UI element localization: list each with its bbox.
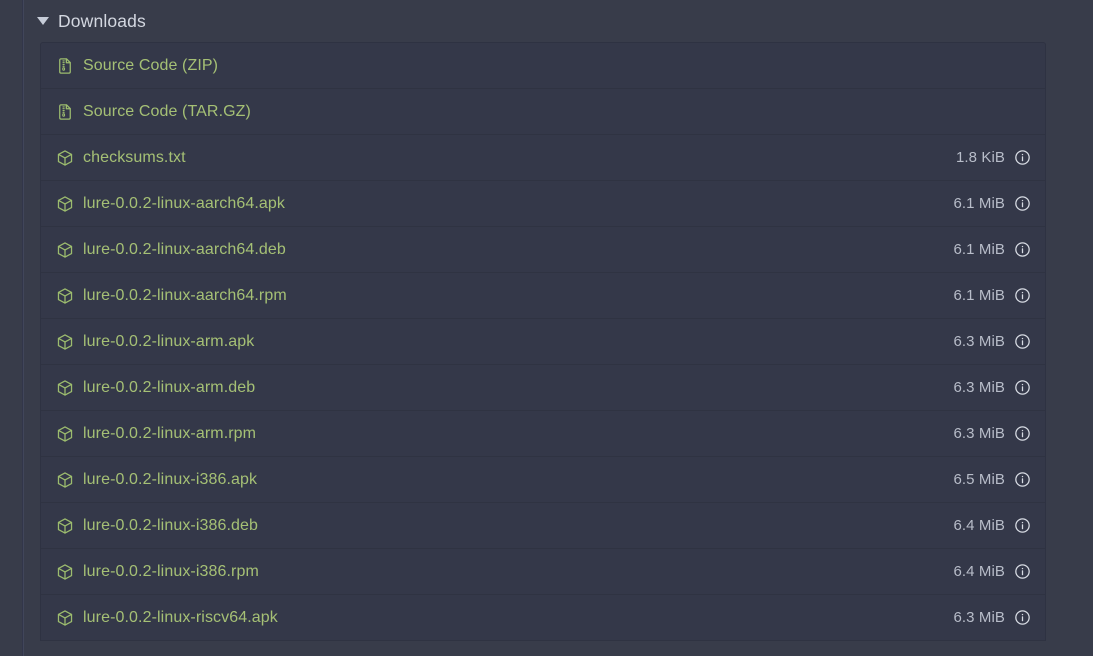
download-row-meta: 6.1 MiB [953, 287, 1031, 304]
download-file-size: 6.1 MiB [953, 195, 1005, 212]
download-row[interactable]: lure-0.0.2-linux-arm.deb 6.3 MiB [41, 365, 1045, 411]
download-file-name: lure-0.0.2-linux-arm.deb [83, 378, 256, 396]
download-row[interactable]: lure-0.0.2-linux-i386.deb 6.4 MiB [41, 503, 1045, 549]
downloads-list: Source Code (ZIP) Source Code (TAR.GZ) che… [40, 42, 1046, 641]
download-row[interactable]: lure-0.0.2-linux-i386.apk 6.5 MiB [41, 457, 1045, 503]
download-file-size: 6.3 MiB [953, 379, 1005, 396]
info-circle-icon[interactable] [1014, 287, 1031, 304]
download-row[interactable]: lure-0.0.2-linux-aarch64.apk 6.1 MiB [41, 181, 1045, 227]
info-circle-icon[interactable] [1014, 241, 1031, 258]
package-box-icon [56, 471, 74, 489]
download-file-size: 6.1 MiB [953, 287, 1005, 304]
package-box-icon [56, 379, 74, 397]
package-box-icon [56, 517, 74, 535]
file-archive-icon [56, 103, 74, 121]
download-row[interactable]: Source Code (ZIP) [41, 43, 1045, 89]
release-downloads-page: Downloads Source Code (ZIP) Source Code (… [0, 0, 1093, 656]
download-row-meta: 6.3 MiB [953, 609, 1031, 626]
info-circle-icon[interactable] [1014, 149, 1031, 166]
package-box-icon [56, 149, 74, 167]
download-row-meta: 6.1 MiB [953, 195, 1031, 212]
download-row[interactable]: lure-0.0.2-linux-aarch64.deb 6.1 MiB [41, 227, 1045, 273]
download-row-meta: 6.4 MiB [953, 563, 1031, 580]
download-file-name: lure-0.0.2-linux-arm.rpm [83, 424, 257, 442]
download-link[interactable]: lure-0.0.2-linux-aarch64.rpm [56, 287, 287, 305]
download-row[interactable]: lure-0.0.2-linux-riscv64.apk 6.3 MiB [41, 595, 1045, 641]
download-row[interactable]: lure-0.0.2-linux-aarch64.rpm 6.1 MiB [41, 273, 1045, 319]
download-row-meta: 6.5 MiB [953, 471, 1031, 488]
package-box-icon [56, 241, 74, 259]
download-file-name: lure-0.0.2-linux-aarch64.rpm [83, 286, 287, 304]
download-file-name: Source Code (ZIP) [83, 56, 219, 74]
info-circle-icon[interactable] [1014, 563, 1031, 580]
download-link[interactable]: lure-0.0.2-linux-i386.deb [56, 517, 258, 535]
info-circle-icon[interactable] [1014, 425, 1031, 442]
download-link[interactable]: lure-0.0.2-linux-i386.rpm [56, 563, 259, 581]
download-link[interactable]: Source Code (ZIP) [56, 57, 218, 75]
download-link[interactable]: lure-0.0.2-linux-arm.rpm [56, 425, 256, 443]
download-row-meta: 6.1 MiB [953, 241, 1031, 258]
download-row[interactable]: lure-0.0.2-linux-arm.apk 6.3 MiB [41, 319, 1045, 365]
downloads-section-header[interactable]: Downloads [24, 0, 1046, 42]
info-circle-icon[interactable] [1014, 609, 1031, 626]
download-row[interactable]: Source Code (TAR.GZ) [41, 89, 1045, 135]
download-file-size: 1.8 KiB [955, 149, 1005, 166]
download-row-meta: 1.8 KiB [956, 149, 1031, 166]
download-file-size: 6.4 MiB [953, 517, 1005, 534]
info-circle-icon[interactable] [1014, 517, 1031, 534]
download-row-meta: 6.3 MiB [953, 333, 1031, 350]
download-row[interactable]: lure-0.0.2-linux-arm.rpm 6.3 MiB [41, 411, 1045, 457]
download-file-size: 6.5 MiB [953, 471, 1005, 488]
download-file-name: lure-0.0.2-linux-i386.deb [83, 516, 259, 534]
download-file-size: 6.1 MiB [953, 241, 1005, 258]
section-title: Downloads [58, 10, 146, 31]
download-file-name: lure-0.0.2-linux-arm.apk [83, 332, 255, 350]
download-row[interactable]: checksums.txt 1.8 KiB [41, 135, 1045, 181]
download-row-meta: 6.3 MiB [953, 425, 1031, 442]
file-archive-icon [56, 57, 74, 75]
package-box-icon [56, 333, 74, 351]
download-link[interactable]: lure-0.0.2-linux-i386.apk [56, 471, 257, 489]
info-circle-icon[interactable] [1014, 333, 1031, 350]
download-file-size: 6.3 MiB [953, 425, 1005, 442]
download-file-name: lure-0.0.2-linux-aarch64.deb [83, 240, 286, 258]
package-box-icon [56, 287, 74, 305]
download-link[interactable]: lure-0.0.2-linux-aarch64.deb [56, 241, 286, 259]
download-file-name: lure-0.0.2-linux-riscv64.apk [83, 608, 278, 626]
download-link[interactable]: lure-0.0.2-linux-riscv64.apk [56, 609, 278, 627]
package-box-icon [56, 609, 74, 627]
download-file-name: lure-0.0.2-linux-i386.rpm [83, 562, 259, 580]
download-file-size: 6.3 MiB [953, 333, 1005, 350]
download-link[interactable]: checksums.txt [56, 149, 186, 167]
download-row-meta: 6.3 MiB [953, 379, 1031, 396]
info-circle-icon[interactable] [1014, 195, 1031, 212]
info-circle-icon[interactable] [1014, 471, 1031, 488]
download-file-name: Source Code (TAR.GZ) [83, 102, 251, 120]
content-column: Downloads Source Code (ZIP) Source Code (… [24, 0, 1046, 656]
package-box-icon [56, 425, 74, 443]
download-row[interactable]: lure-0.0.2-linux-i386.rpm 6.4 MiB [41, 549, 1045, 595]
download-file-size: 6.3 MiB [953, 609, 1005, 626]
info-circle-icon[interactable] [1014, 379, 1031, 396]
triangle-down-icon[interactable] [37, 17, 49, 25]
download-link[interactable]: lure-0.0.2-linux-aarch64.apk [56, 195, 285, 213]
package-box-icon [56, 563, 74, 581]
download-file-name: lure-0.0.2-linux-aarch64.apk [83, 194, 286, 212]
download-file-name: lure-0.0.2-linux-i386.apk [83, 470, 258, 488]
download-file-name: checksums.txt [83, 148, 186, 166]
package-box-icon [56, 195, 74, 213]
download-link[interactable]: Source Code (TAR.GZ) [56, 103, 251, 121]
download-link[interactable]: lure-0.0.2-linux-arm.deb [56, 379, 255, 397]
download-file-size: 6.4 MiB [953, 563, 1005, 580]
download-link[interactable]: lure-0.0.2-linux-arm.apk [56, 333, 254, 351]
download-row-meta: 6.4 MiB [953, 517, 1031, 534]
